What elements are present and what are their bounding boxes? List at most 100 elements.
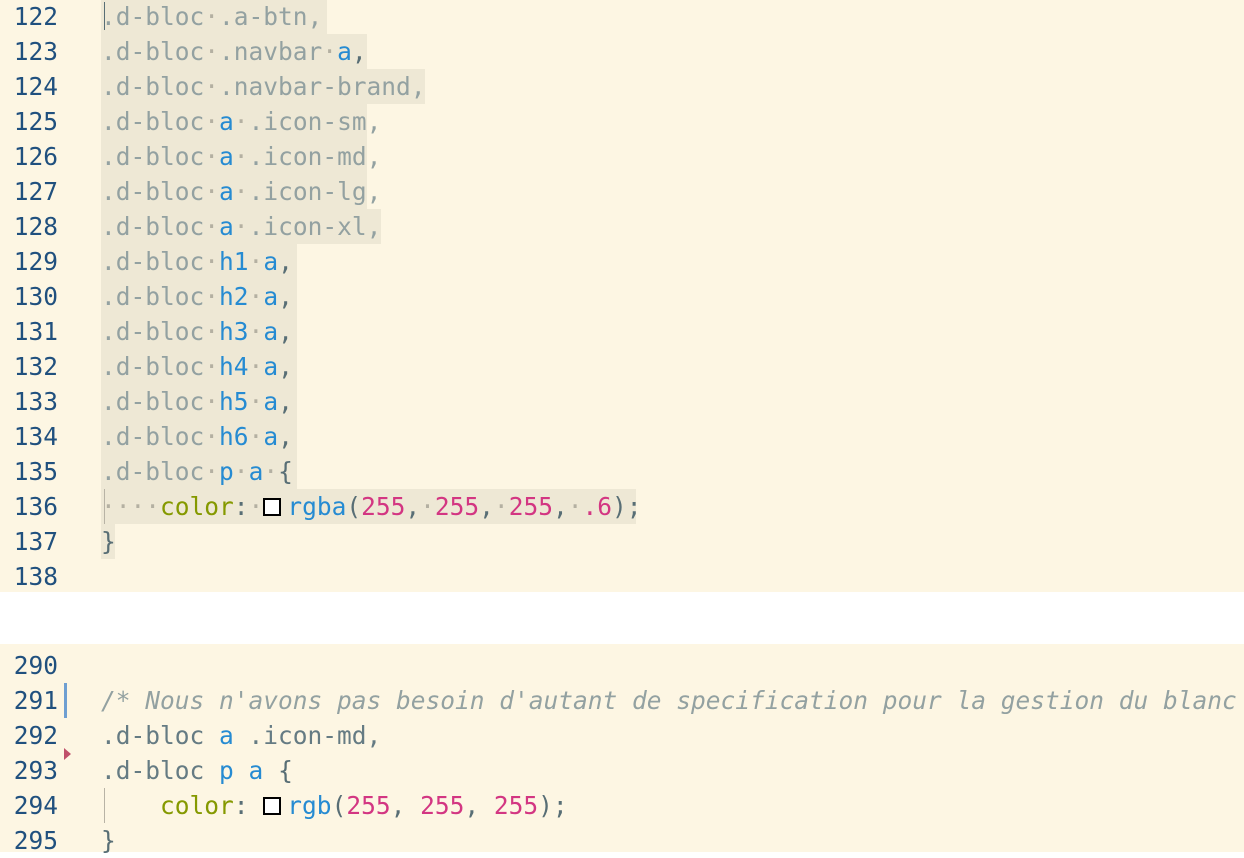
color-swatch-icon[interactable] [263, 498, 282, 516]
line-number: 128 [13, 212, 58, 241]
code-token: rgb [287, 791, 332, 820]
code-line[interactable]: 137} [0, 524, 1244, 559]
code-text[interactable]: color: rgb(255, 255, 255); [101, 788, 578, 823]
code-line[interactable]: 133 .d-bloc·h5·a, [0, 384, 1244, 419]
code-text[interactable]: } [101, 823, 126, 858]
whitespace-marker: · [204, 2, 220, 31]
code-line[interactable]: 134 .d-bloc·h6·a, [0, 419, 1244, 454]
code-token: , [278, 422, 293, 451]
modified-line-marker[interactable] [64, 683, 67, 718]
code-line[interactable]: 126 .d-bloc·a·.icon-md, [0, 139, 1244, 174]
line-number: 137 [13, 527, 58, 556]
whitespace-marker: · [233, 142, 249, 171]
code-token: ( [331, 791, 347, 820]
code-token: a [263, 352, 279, 381]
code-token: .d-bloc [101, 756, 220, 785]
code-line[interactable]: 291 /* Nous n'avons pas besoin d'autant d… [0, 683, 1244, 718]
code-line[interactable]: 290 [0, 648, 1244, 683]
code-token: , [278, 352, 293, 381]
code-line[interactable]: 122 .d-bloc·.a-btn, [0, 0, 1244, 34]
line-number: 295 [13, 826, 58, 855]
code-text[interactable]: .d-bloc·a·.icon-sm, [101, 104, 381, 139]
whitespace-marker: · [263, 457, 279, 486]
code-text[interactable]: .d-bloc·.navbar·a, [101, 34, 367, 69]
code-token: , [405, 492, 421, 521]
code-text[interactable]: .d-bloc·p·a·{ [101, 454, 297, 489]
code-token: , [278, 247, 293, 276]
code-token: h4 [219, 352, 249, 381]
code-line[interactable]: 124 .d-bloc·.navbar-brand, [0, 69, 1244, 104]
code-line[interactable]: 131 .d-bloc·h3·a, [0, 314, 1244, 349]
code-token: .d-bloc [101, 282, 205, 311]
whitespace-marker: · [233, 212, 249, 241]
code-token: .d-bloc [101, 457, 205, 486]
code-token: ( [346, 492, 362, 521]
code-line[interactable]: 125 .d-bloc·a·.icon-sm, [0, 104, 1244, 139]
code-line[interactable]: 293 .d-bloc p a { [0, 753, 1244, 788]
code-token: a [263, 282, 279, 311]
code-text[interactable] [101, 648, 111, 683]
code-token: .icon-md, [248, 142, 382, 171]
code-text[interactable]: } [101, 524, 116, 559]
whitespace-marker: · [204, 212, 220, 241]
code-token: h6 [219, 422, 249, 451]
editor-pane-top[interactable]: 122 .d-bloc·.a-btn, 123 .d-bloc·.navbar·a, 1… [0, 0, 1244, 592]
code-token: 255 [493, 791, 539, 820]
code-text[interactable]: .d-bloc·a·.icon-md, [101, 139, 381, 174]
code-token: .d-bloc [101, 387, 205, 416]
code-line[interactable]: 292 .d-bloc a .icon-md, [0, 718, 1244, 760]
line-number: 124 [13, 72, 58, 101]
code-line[interactable]: 127 .d-bloc·a·.icon-lg, [0, 174, 1244, 209]
code-token: .d-bloc [101, 352, 205, 381]
code-line[interactable]: 129 .d-bloc·h1·a, [0, 244, 1244, 279]
code-text[interactable]: .d-bloc·h3·a, [101, 314, 297, 349]
code-text[interactable]: .d-bloc·h1·a, [101, 244, 297, 279]
code-token: , [390, 791, 421, 820]
code-token: a [337, 37, 352, 66]
code-token: , [479, 492, 494, 521]
code-text[interactable]: .d-bloc·.navbar-brand, [101, 69, 426, 104]
code-text[interactable]: /* Nous n'avons pas besoin d'autant de s… [101, 683, 1244, 718]
code-text[interactable]: .d-bloc a .icon-md, [101, 718, 391, 753]
code-token: rgba [287, 492, 347, 521]
code-token: : [233, 791, 264, 820]
line-number: 290 [13, 651, 58, 680]
code-line[interactable]: 132 .d-bloc·h4·a, [0, 349, 1244, 384]
code-token: .icon-xl, [248, 212, 382, 241]
code-line[interactable]: 123 .d-bloc·.navbar·a, [0, 34, 1244, 69]
code-text[interactable]: .d-bloc·a·.icon-lg, [101, 174, 381, 209]
code-token: { [278, 457, 293, 486]
line-number: 136 [13, 492, 58, 521]
code-token: a [263, 422, 279, 451]
whitespace-marker: · [248, 282, 264, 311]
code-line[interactable]: 138 [0, 559, 1244, 594]
code-token: .icon-md, [233, 721, 382, 750]
code-text[interactable]: .d-bloc p a { [101, 753, 303, 788]
code-token: a [248, 756, 264, 785]
code-token: .d-bloc [101, 721, 220, 750]
code-token: .d-bloc [101, 317, 205, 346]
editor-pane-bottom[interactable]: 290 291 /* Nous n'avons pas besoin d'autan… [0, 644, 1244, 855]
line-number: 122 [13, 2, 58, 31]
code-text[interactable]: .d-bloc·a·.icon-xl, [101, 209, 381, 244]
code-text[interactable]: .d-bloc·h4·a, [101, 349, 297, 384]
code-token: .d-bloc [101, 72, 205, 101]
code-text[interactable]: .d-bloc·.a-btn, [101, 0, 327, 34]
code-line[interactable]: 135 .d-bloc·p·a·{ [0, 454, 1244, 489]
code-text[interactable]: .d-bloc·h6·a, [101, 419, 297, 454]
code-token: .icon-sm, [248, 107, 382, 136]
code-line[interactable]: 130 .d-bloc·h2·a, [0, 279, 1244, 314]
code-line[interactable]: 294 color: rgb(255, 255, 255); [0, 788, 1244, 823]
code-text[interactable]: .d-bloc·h2·a, [101, 279, 297, 314]
code-line[interactable]: 295} [0, 823, 1244, 858]
code-token: a [219, 177, 234, 206]
color-swatch-icon[interactable] [263, 797, 282, 815]
whitespace-marker: · [204, 107, 220, 136]
code-text[interactable]: .d-bloc·h5·a, [101, 384, 297, 419]
code-token: a [263, 247, 279, 276]
code-line[interactable]: 136 ····color:· rgba(255,·255,·255,·.6); [0, 489, 1244, 524]
code-text[interactable] [101, 559, 111, 594]
code-text[interactable]: ····color:· rgba(255,·255,·255,·.6); [101, 489, 642, 524]
code-line[interactable]: 128 .d-bloc·a·.icon-xl, [0, 209, 1244, 244]
whitespace-marker: · [204, 422, 220, 451]
